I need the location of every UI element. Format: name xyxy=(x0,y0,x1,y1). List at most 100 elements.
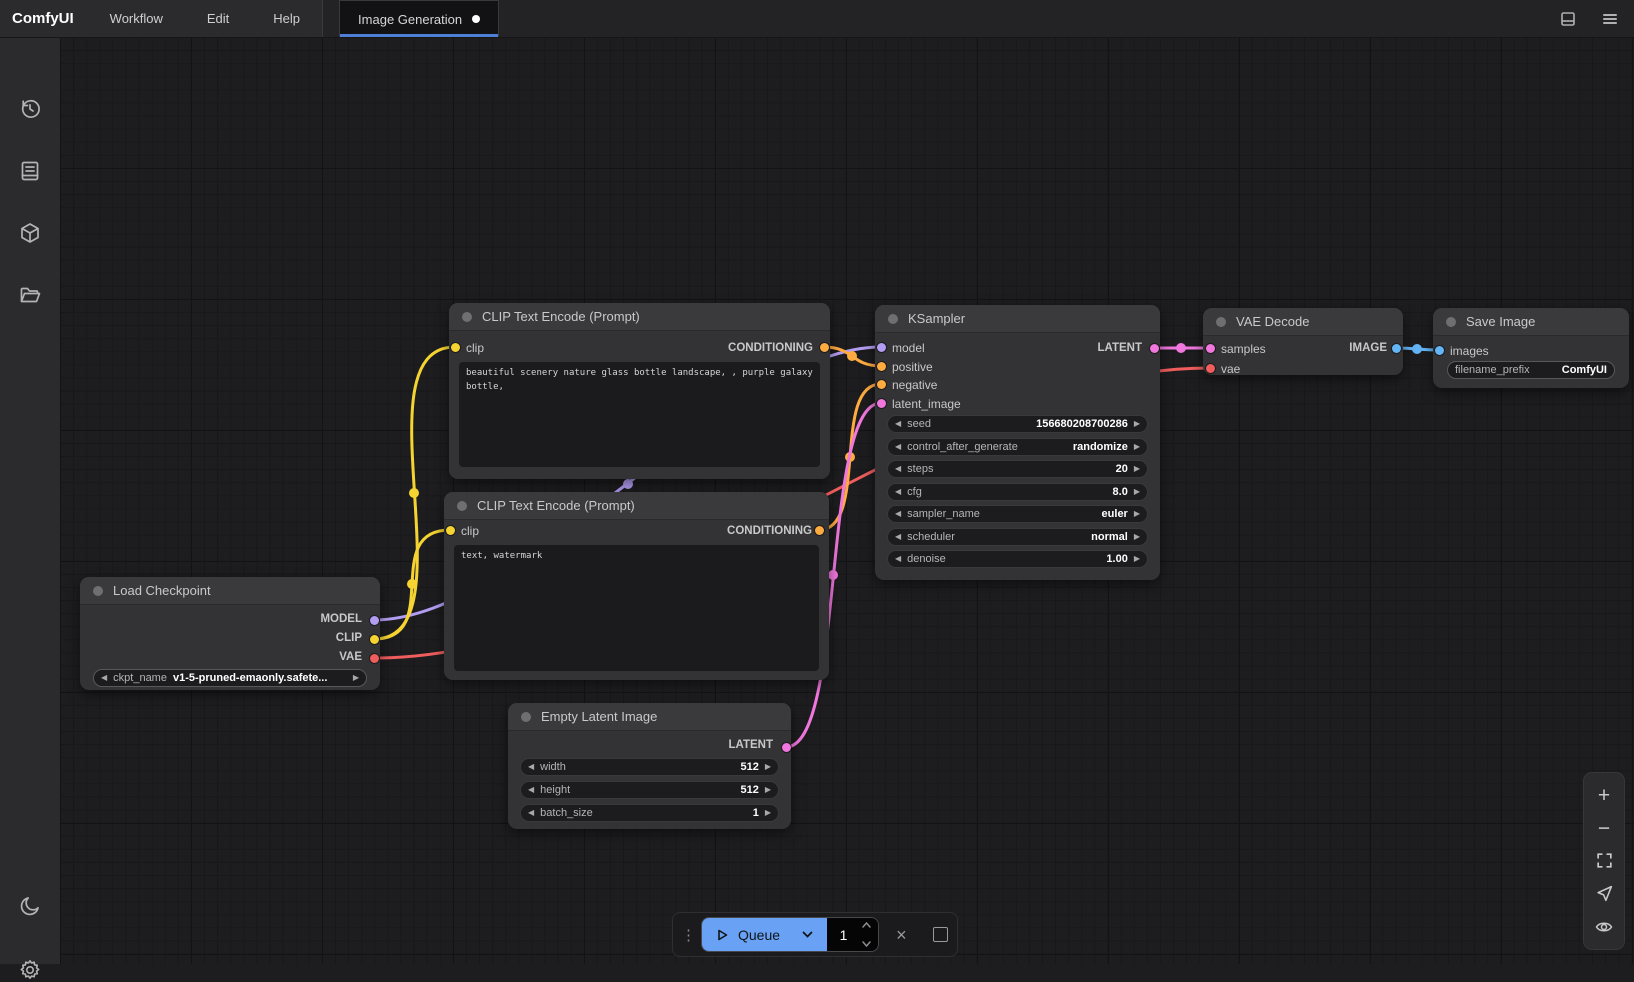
decrement-arrow-icon[interactable]: ◀ xyxy=(895,533,901,541)
input-port-vae[interactable] xyxy=(1206,364,1215,373)
decrement-arrow-icon[interactable]: ◀ xyxy=(528,809,534,817)
workflows-folder-icon[interactable] xyxy=(18,283,42,307)
increment-arrow-icon[interactable]: ▶ xyxy=(1134,533,1140,541)
drag-handle-icon[interactable]: ⋮ xyxy=(673,926,701,944)
output-port-latent[interactable] xyxy=(1150,344,1159,353)
node-header[interactable]: Empty Latent Image xyxy=(508,703,791,731)
widget-height[interactable]: ◀ height 512 ▶ xyxy=(520,781,779,799)
widget-value[interactable]: 1 xyxy=(753,807,759,819)
output-port-clip[interactable] xyxy=(370,635,379,644)
widget-value[interactable]: 20 xyxy=(1116,463,1128,475)
input-port-latent-image[interactable] xyxy=(877,399,886,408)
node-clip-text-encode-positive[interactable]: CLIP Text Encode (Prompt) clip CONDITION… xyxy=(449,303,830,479)
zoom-out-icon[interactable]: − xyxy=(1593,817,1615,839)
decrement-arrow-icon[interactable]: ◀ xyxy=(895,420,901,428)
output-port-conditioning[interactable] xyxy=(820,343,829,352)
node-header[interactable]: Load Checkpoint xyxy=(80,577,380,605)
batch-count-field[interactable]: 1 xyxy=(827,918,878,951)
widget-value[interactable]: 8.0 xyxy=(1113,486,1128,498)
output-port-conditioning[interactable] xyxy=(815,526,824,535)
bottom-panel-icon[interactable] xyxy=(1558,9,1578,29)
next-arrow-icon[interactable]: ▶ xyxy=(353,674,359,682)
clear-queue-icon[interactable]: × xyxy=(885,918,918,951)
step-down-icon[interactable] xyxy=(861,940,872,948)
output-port-vae[interactable] xyxy=(370,654,379,663)
menu-help[interactable]: Help xyxy=(251,0,322,37)
input-port-clip[interactable] xyxy=(446,526,455,535)
widget-value[interactable]: euler xyxy=(1102,508,1128,520)
widget-steps[interactable]: ◀ steps 20 ▶ xyxy=(887,460,1148,478)
theme-moon-icon[interactable] xyxy=(18,894,42,918)
widget-value[interactable]: ComfyUI xyxy=(1562,364,1607,376)
queue-button[interactable]: Queue xyxy=(702,918,827,951)
node-collapse-dot[interactable] xyxy=(93,586,103,596)
tab-image-generation[interactable]: Image Generation xyxy=(339,0,499,37)
menu-edit[interactable]: Edit xyxy=(185,0,251,37)
toggle-visibility-eye-icon[interactable] xyxy=(1593,916,1615,938)
widget-value[interactable]: v1-5-pruned-emaonly.safete... xyxy=(173,672,327,684)
node-graph-canvas[interactable] xyxy=(60,37,1634,964)
increment-arrow-icon[interactable]: ▶ xyxy=(1134,510,1140,518)
node-ksampler[interactable]: KSampler model positive negative latent_… xyxy=(875,305,1160,580)
stop-icon[interactable] xyxy=(924,918,957,951)
input-port-model[interactable] xyxy=(877,343,886,352)
input-port-positive[interactable] xyxy=(877,362,886,371)
increment-arrow-icon[interactable]: ▶ xyxy=(1134,555,1140,563)
decrement-arrow-icon[interactable]: ◀ xyxy=(895,555,901,563)
menu-workflow[interactable]: Workflow xyxy=(88,0,185,37)
input-port-negative[interactable] xyxy=(877,380,886,389)
widget-cfg[interactable]: ◀ cfg 8.0 ▶ xyxy=(887,483,1148,501)
step-up-icon[interactable] xyxy=(861,921,872,929)
node-header[interactable]: VAE Decode xyxy=(1203,308,1403,336)
node-collapse-dot[interactable] xyxy=(462,312,472,322)
output-port-image[interactable] xyxy=(1392,344,1401,353)
increment-arrow-icon[interactable]: ▶ xyxy=(765,763,771,771)
prompt-textarea[interactable]: text, watermark xyxy=(454,545,819,671)
chevron-down-icon[interactable] xyxy=(801,928,814,941)
batch-count-value[interactable]: 1 xyxy=(827,927,848,943)
decrement-arrow-icon[interactable]: ◀ xyxy=(528,763,534,771)
input-port-images[interactable] xyxy=(1435,346,1444,355)
model-library-icon[interactable] xyxy=(18,221,42,245)
widget-denoise[interactable]: ◀ denoise 1.00 ▶ xyxy=(887,550,1148,568)
decrement-arrow-icon[interactable]: ◀ xyxy=(895,465,901,473)
node-header[interactable]: CLIP Text Encode (Prompt) xyxy=(449,303,830,331)
increment-arrow-icon[interactable]: ▶ xyxy=(765,809,771,817)
increment-arrow-icon[interactable]: ▶ xyxy=(1134,443,1140,451)
decrement-arrow-icon[interactable]: ◀ xyxy=(895,443,901,451)
widget-value[interactable]: randomize xyxy=(1073,441,1128,453)
widget-seed[interactable]: ◀ seed 156680208700286 ▶ xyxy=(887,415,1148,433)
input-port-clip[interactable] xyxy=(451,343,460,352)
increment-arrow-icon[interactable]: ▶ xyxy=(1134,488,1140,496)
widget-scheduler[interactable]: ◀ scheduler normal ▶ xyxy=(887,528,1148,546)
navigate-arrow-icon[interactable] xyxy=(1593,883,1615,905)
increment-arrow-icon[interactable]: ▶ xyxy=(1134,465,1140,473)
node-clip-text-encode-negative[interactable]: CLIP Text Encode (Prompt) clip CONDITION… xyxy=(444,492,829,680)
app-logo[interactable]: ComfyUI xyxy=(0,0,88,37)
widget-batch-size[interactable]: ◀ batch_size 1 ▶ xyxy=(520,804,779,822)
widget-value[interactable]: 1.00 xyxy=(1106,553,1127,565)
increment-arrow-icon[interactable]: ▶ xyxy=(1134,420,1140,428)
node-header[interactable]: CLIP Text Encode (Prompt) xyxy=(444,492,829,520)
widget-value[interactable]: normal xyxy=(1091,531,1128,543)
widget-width[interactable]: ◀ width 512 ▶ xyxy=(520,758,779,776)
output-port-model[interactable] xyxy=(370,616,379,625)
node-empty-latent-image[interactable]: Empty Latent Image LATENT ◀ width 512 ▶ … xyxy=(508,703,791,829)
widget-value[interactable]: 512 xyxy=(740,761,758,773)
output-port-latent[interactable] xyxy=(782,743,791,752)
widget-control-after-generate[interactable]: ◀ control_after_generate randomize ▶ xyxy=(887,438,1148,456)
settings-gear-icon[interactable] xyxy=(18,958,42,982)
zoom-in-icon[interactable]: + xyxy=(1593,784,1615,806)
node-load-checkpoint[interactable]: Load Checkpoint MODEL CLIP VAE ◀ ckpt_na… xyxy=(80,577,380,690)
widget-filename-prefix[interactable]: filename_prefix ComfyUI xyxy=(1447,361,1615,379)
node-vae-decode[interactable]: VAE Decode samples vae IMAGE xyxy=(1203,308,1403,375)
node-header[interactable]: KSampler xyxy=(875,305,1160,333)
widget-value[interactable]: 512 xyxy=(740,784,758,796)
widget-value[interactable]: 156680208700286 xyxy=(1036,418,1128,430)
decrement-arrow-icon[interactable]: ◀ xyxy=(895,488,901,496)
node-collapse-dot[interactable] xyxy=(1446,317,1456,327)
node-collapse-dot[interactable] xyxy=(457,501,467,511)
history-icon[interactable] xyxy=(18,97,42,121)
node-collapse-dot[interactable] xyxy=(888,314,898,324)
widget-ckpt-name[interactable]: ◀ ckpt_name v1-5-pruned-emaonly.safete..… xyxy=(93,669,367,687)
